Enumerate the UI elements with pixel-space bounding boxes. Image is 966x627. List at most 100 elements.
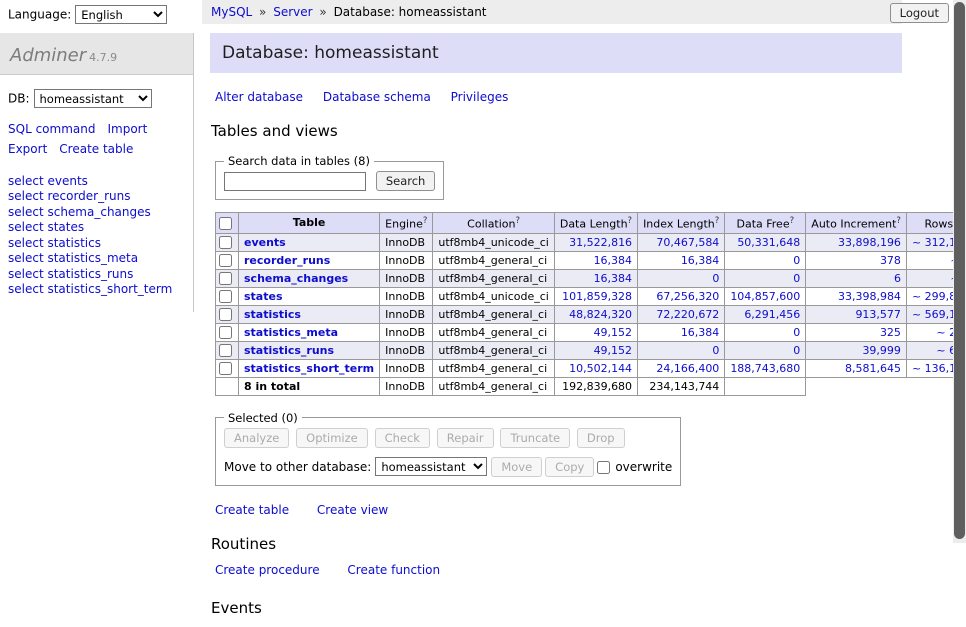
auto-increment-link[interactable]: 33,398,984: [838, 290, 901, 303]
auto-increment-link[interactable]: 33,898,196: [838, 236, 901, 249]
data-length-link[interactable]: 16,384: [594, 254, 633, 267]
table-name-link[interactable]: statistics: [244, 308, 301, 321]
data-length-link[interactable]: 16,384: [594, 272, 633, 285]
repair-button[interactable]: Repair: [437, 428, 494, 448]
row-checkbox[interactable]: [219, 344, 232, 357]
sidebar-item-select-statistics-meta[interactable]: select statistics_meta: [8, 251, 185, 267]
breadcrumb-mysql-link[interactable]: MySQL: [211, 5, 252, 19]
truncate-button[interactable]: Truncate: [500, 428, 570, 448]
table-name-link[interactable]: statistics_short_term: [244, 362, 374, 375]
table-name-link[interactable]: statistics_meta: [244, 326, 338, 339]
optimize-button[interactable]: Optimize: [296, 428, 368, 448]
row-checkbox[interactable]: [219, 236, 232, 249]
table-name-link[interactable]: schema_changes: [244, 272, 348, 285]
data-free-link[interactable]: 104,857,600: [730, 290, 800, 303]
sidebar-export-link[interactable]: Export: [8, 142, 47, 156]
table-name-link[interactable]: events: [244, 236, 286, 249]
data-length-link[interactable]: 49,152: [594, 344, 633, 357]
row-checkbox[interactable]: [219, 326, 232, 339]
move-row: Move to other database: homeassistant Mo…: [224, 457, 672, 477]
table-name-link[interactable]: recorder_runs: [244, 254, 330, 267]
data-length-link[interactable]: 101,859,328: [562, 290, 632, 303]
auto-increment-link[interactable]: 39,999: [862, 344, 901, 357]
tables-tbody: events InnoDB utf8mb4_unicode_ci 31,522,…: [216, 233, 966, 377]
sidebar-item-select-statistics-short-term[interactable]: select statistics_short_term: [8, 282, 185, 298]
row-checkbox[interactable]: [219, 362, 232, 375]
auto-increment-link[interactable]: 6: [894, 272, 901, 285]
data-free-link[interactable]: 0: [793, 254, 800, 267]
data-free-link[interactable]: 6,291,456: [744, 308, 800, 321]
check-button[interactable]: Check: [375, 428, 430, 448]
row-checkbox[interactable]: [219, 290, 232, 303]
data-length-link[interactable]: 31,522,816: [569, 236, 632, 249]
sidebar-item-select-schema-changes[interactable]: select schema_changes: [8, 205, 185, 221]
logout-button[interactable]: Logout: [890, 3, 949, 23]
auto-increment-link[interactable]: 913,577: [855, 308, 901, 321]
database-schema-link[interactable]: Database schema: [323, 90, 431, 104]
selected-actions-row: Analyze Optimize Check Repair Truncate D…: [224, 428, 672, 448]
overwrite-checkbox[interactable]: [597, 461, 610, 474]
sidebar-item-select-statistics-runs[interactable]: select statistics_runs: [8, 267, 185, 283]
help-link[interactable]: ?: [423, 216, 428, 226]
sidebar-sql-command-link[interactable]: SQL command: [8, 122, 95, 136]
auto-increment-link[interactable]: 8,581,645: [845, 362, 901, 375]
create-view-link[interactable]: Create view: [317, 503, 388, 517]
scrollbar-thumb[interactable]: [954, 2, 965, 539]
help-link[interactable]: ?: [715, 216, 720, 226]
move-db-select[interactable]: homeassistant: [375, 457, 487, 476]
create-function-link[interactable]: Create function: [347, 563, 440, 577]
sidebar-item-select-events[interactable]: select events: [8, 174, 185, 190]
row-checkbox[interactable]: [219, 254, 232, 267]
drop-button[interactable]: Drop: [577, 428, 625, 448]
auto-increment-link[interactable]: 378: [880, 254, 901, 267]
copy-button[interactable]: Copy: [545, 457, 594, 477]
data-length-link[interactable]: 49,152: [594, 326, 633, 339]
index-length-cell: 72,220,672: [638, 305, 725, 323]
sidebar-import-link[interactable]: Import: [107, 122, 147, 136]
search-input[interactable]: [224, 172, 366, 191]
db-select[interactable]: homeassistant: [34, 89, 152, 108]
index-length-link[interactable]: 16,384: [681, 326, 720, 339]
data-length-link[interactable]: 48,824,320: [569, 308, 632, 321]
language-select[interactable]: English: [75, 5, 167, 24]
sidebar-item-select-recorder-runs[interactable]: select recorder_runs: [8, 189, 185, 205]
data-length-link[interactable]: 10,502,144: [569, 362, 632, 375]
help-link[interactable]: ?: [628, 216, 633, 226]
index-length-link[interactable]: 70,467,584: [656, 236, 719, 249]
index-length-cell: 70,467,584: [638, 233, 725, 251]
data-free-link[interactable]: 0: [793, 344, 800, 357]
data-free-link[interactable]: 50,331,648: [737, 236, 800, 249]
create-procedure-link[interactable]: Create procedure: [215, 563, 320, 577]
index-length-link[interactable]: 24,166,400: [656, 362, 719, 375]
move-button[interactable]: Move: [491, 457, 542, 477]
row-checkbox[interactable]: [219, 272, 232, 285]
sidebar-item-select-states[interactable]: select states: [8, 220, 185, 236]
data-free-link[interactable]: 0: [793, 326, 800, 339]
analyze-button[interactable]: Analyze: [224, 428, 289, 448]
auto-increment-link[interactable]: 325: [880, 326, 901, 339]
select-all-checkbox[interactable]: [219, 217, 232, 230]
sidebar-create-table-link[interactable]: Create table: [59, 142, 133, 156]
engine-cell: InnoDB: [380, 359, 433, 377]
index-length-link[interactable]: 67,256,320: [656, 290, 719, 303]
scrollbar[interactable]: [953, 0, 966, 543]
sidebar-item-select-statistics[interactable]: select statistics: [8, 236, 185, 252]
create-table-link[interactable]: Create table: [215, 503, 289, 517]
index-length-link[interactable]: 16,384: [681, 254, 720, 267]
table-name-link[interactable]: statistics_runs: [244, 344, 334, 357]
table-name-link[interactable]: states: [244, 290, 283, 303]
help-link[interactable]: ?: [896, 216, 901, 226]
alter-database-link[interactable]: Alter database: [215, 90, 303, 104]
search-button[interactable]: Search: [376, 171, 436, 191]
app-name-link[interactable]: Adminer: [10, 45, 86, 66]
breadcrumb-server-link[interactable]: Server: [273, 5, 312, 19]
index-length-link[interactable]: 0: [712, 344, 719, 357]
help-link[interactable]: ?: [790, 216, 795, 226]
row-checkbox[interactable]: [219, 308, 232, 321]
help-link[interactable]: ?: [516, 216, 521, 226]
index-length-link[interactable]: 0: [712, 272, 719, 285]
privileges-link[interactable]: Privileges: [451, 90, 509, 104]
index-length-link[interactable]: 72,220,672: [656, 308, 719, 321]
data-free-link[interactable]: 0: [793, 272, 800, 285]
data-free-link[interactable]: 188,743,680: [730, 362, 800, 375]
